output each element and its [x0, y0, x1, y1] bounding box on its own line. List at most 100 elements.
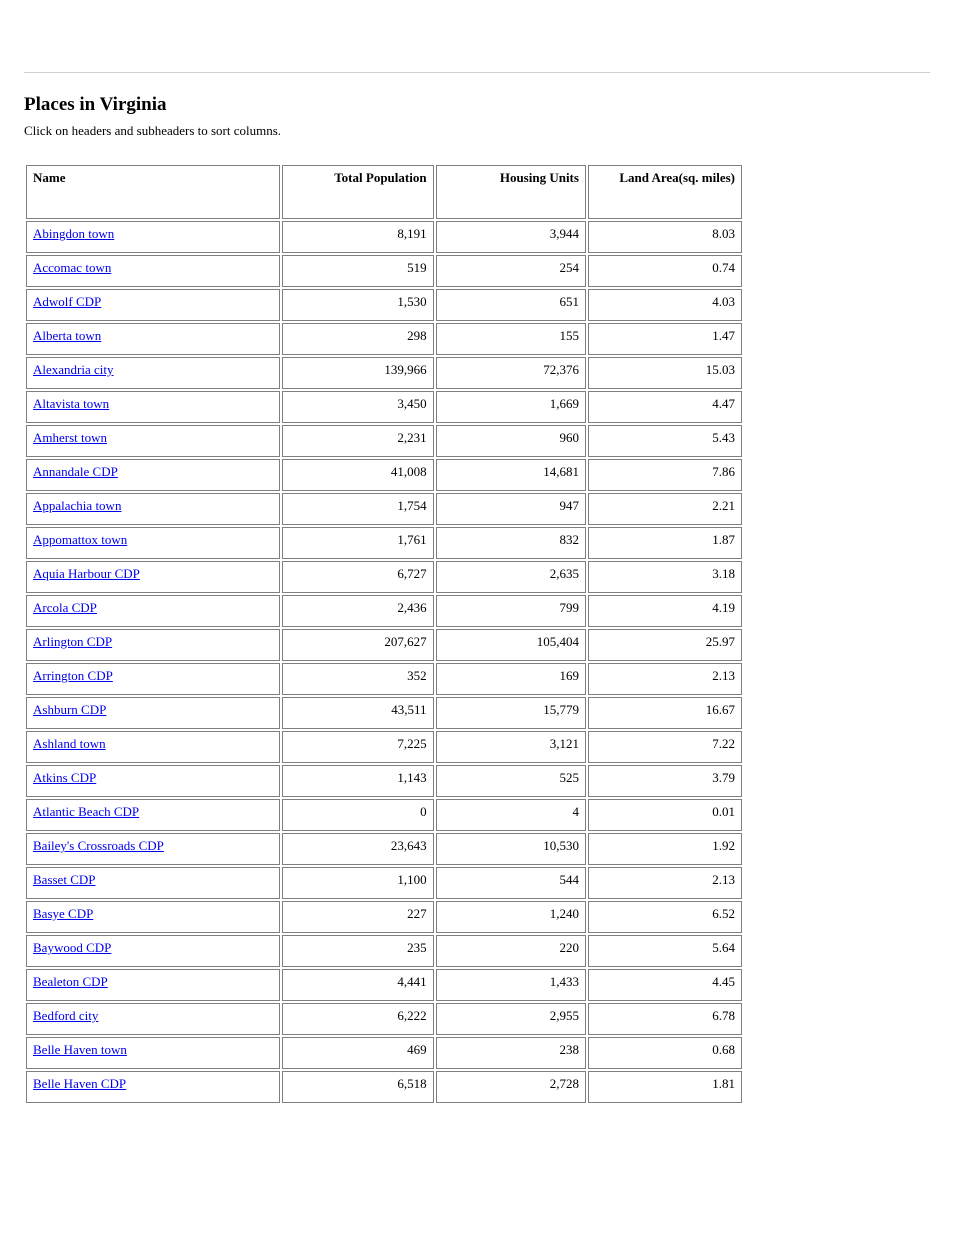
- place-link[interactable]: Basye CDP: [33, 906, 93, 921]
- table-row: Arrington CDP3521692.13: [26, 663, 742, 695]
- col-header-house[interactable]: Housing Units: [436, 165, 586, 219]
- table-row: Annandale CDP41,00814,6817.86: [26, 459, 742, 491]
- cell-land: 15.03: [588, 357, 742, 389]
- cell-land: 1.92: [588, 833, 742, 865]
- cell-pop: 207,627: [282, 629, 434, 661]
- cell-name: Basset CDP: [26, 867, 280, 899]
- cell-name: Abingdon town: [26, 221, 280, 253]
- cell-house: 651: [436, 289, 586, 321]
- cell-pop: 6,518: [282, 1071, 434, 1103]
- table-row: Adwolf CDP1,5306514.03: [26, 289, 742, 321]
- cell-house: 1,240: [436, 901, 586, 933]
- cell-house: 155: [436, 323, 586, 355]
- place-link[interactable]: Altavista town: [33, 396, 109, 411]
- cell-pop: 7,225: [282, 731, 434, 763]
- cell-name: Annandale CDP: [26, 459, 280, 491]
- cell-land: 1.81: [588, 1071, 742, 1103]
- table-row: Alberta town2981551.47: [26, 323, 742, 355]
- cell-name: Accomac town: [26, 255, 280, 287]
- table-row: Accomac town 5192540.74: [26, 255, 742, 287]
- place-link[interactable]: Adwolf CDP: [33, 294, 101, 309]
- place-link[interactable]: Appomattox town: [33, 532, 127, 547]
- place-link[interactable]: Bealeton CDP: [33, 974, 108, 989]
- cell-pop: 519: [282, 255, 434, 287]
- table-body: Abingdon town8,1913,9448.03Accomac town5…: [26, 221, 742, 1103]
- place-link[interactable]: Alberta town: [33, 328, 101, 343]
- table-row: Appomattox town1,7618321.87: [26, 527, 742, 559]
- cell-house: 105,404: [436, 629, 586, 661]
- cell-pop: 1,530: [282, 289, 434, 321]
- cell-house: 238: [436, 1037, 586, 1069]
- cell-name: Belle Haven CDP: [26, 1071, 280, 1103]
- cell-house: 254: [436, 255, 586, 287]
- cell-land: 0.68: [588, 1037, 742, 1069]
- cell-pop: 139,966: [282, 357, 434, 389]
- cell-house: 3,944: [436, 221, 586, 253]
- cell-pop: 2,231: [282, 425, 434, 457]
- cell-land: 5.64: [588, 935, 742, 967]
- cell-house: 947: [436, 493, 586, 525]
- table-row: Atlantic Beach CDP040.01: [26, 799, 742, 831]
- cell-pop: 6,222: [282, 1003, 434, 1035]
- place-link[interactable]: Aquia Harbour CDP: [33, 566, 140, 581]
- place-link[interactable]: Annandale CDP: [33, 464, 118, 479]
- table-row: Alexandria city 139,96672,37615.03: [26, 357, 742, 389]
- cell-land: 2.21: [588, 493, 742, 525]
- cell-house: 2,635: [436, 561, 586, 593]
- cell-name: Amherst town: [26, 425, 280, 457]
- place-link[interactable]: Arrington CDP: [33, 668, 113, 683]
- cell-house: 1,669: [436, 391, 586, 423]
- cell-land: 4.19: [588, 595, 742, 627]
- col-header-land[interactable]: Land Area(sq. miles): [588, 165, 742, 219]
- table-row: Belle Haven town 4692380.68: [26, 1037, 742, 1069]
- table-row: Amherst town2,2319605.43: [26, 425, 742, 457]
- table-row: Basye CDP2271,2406.52: [26, 901, 742, 933]
- cell-land: 3.18: [588, 561, 742, 593]
- place-link[interactable]: Baywood CDP: [33, 940, 111, 955]
- cell-land: 0.74: [588, 255, 742, 287]
- cell-house: 544: [436, 867, 586, 899]
- place-link[interactable]: Ashland town: [33, 736, 106, 751]
- places-table: Name Total Population Housing Units Land…: [24, 163, 744, 1105]
- place-link[interactable]: Basset CDP: [33, 872, 95, 887]
- col-header-name[interactable]: Name: [26, 165, 280, 219]
- place-link[interactable]: Accomac town: [33, 260, 111, 275]
- cell-pop: 298: [282, 323, 434, 355]
- cell-house: 3,121: [436, 731, 586, 763]
- place-link[interactable]: Abingdon town: [33, 226, 114, 241]
- cell-house: 220: [436, 935, 586, 967]
- cell-land: 7.22: [588, 731, 742, 763]
- cell-land: 4.45: [588, 969, 742, 1001]
- table-row: Belle Haven CDP 6,5182,7281.81: [26, 1071, 742, 1103]
- cell-house: 832: [436, 527, 586, 559]
- cell-house: 72,376: [436, 357, 586, 389]
- place-link[interactable]: Amherst town: [33, 430, 107, 445]
- cell-land: 4.47: [588, 391, 742, 423]
- col-header-pop[interactable]: Total Population: [282, 165, 434, 219]
- cell-house: 799: [436, 595, 586, 627]
- place-link[interactable]: Ashburn CDP: [33, 702, 106, 717]
- place-link[interactable]: Belle Haven CDP: [33, 1076, 126, 1091]
- cell-land: 3.79: [588, 765, 742, 797]
- cell-name: Belle Haven town: [26, 1037, 280, 1069]
- cell-name: Aquia Harbour CDP: [26, 561, 280, 593]
- cell-pop: 469: [282, 1037, 434, 1069]
- cell-house: 2,728: [436, 1071, 586, 1103]
- divider: [24, 72, 930, 73]
- place-link[interactable]: Appalachia town: [33, 498, 121, 513]
- table-row: Ashland town 7,2253,1217.22: [26, 731, 742, 763]
- place-link[interactable]: Atkins CDP: [33, 770, 96, 785]
- table-row: Ashburn CDP43,51115,77916.67: [26, 697, 742, 729]
- place-link[interactable]: Belle Haven town: [33, 1042, 127, 1057]
- place-link[interactable]: Alexandria city: [33, 362, 114, 377]
- cell-name: Ashburn CDP: [26, 697, 280, 729]
- cell-name: Basye CDP: [26, 901, 280, 933]
- table-row: Appalachia town 1,7549472.21: [26, 493, 742, 525]
- place-link[interactable]: Atlantic Beach CDP: [33, 804, 139, 819]
- cell-pop: 1,754: [282, 493, 434, 525]
- cell-name: Bealeton CDP: [26, 969, 280, 1001]
- place-link[interactable]: Bedford city: [33, 1008, 98, 1023]
- place-link[interactable]: Arcola CDP: [33, 600, 97, 615]
- place-link[interactable]: Bailey's Crossroads CDP: [33, 838, 164, 853]
- place-link[interactable]: Arlington CDP: [33, 634, 112, 649]
